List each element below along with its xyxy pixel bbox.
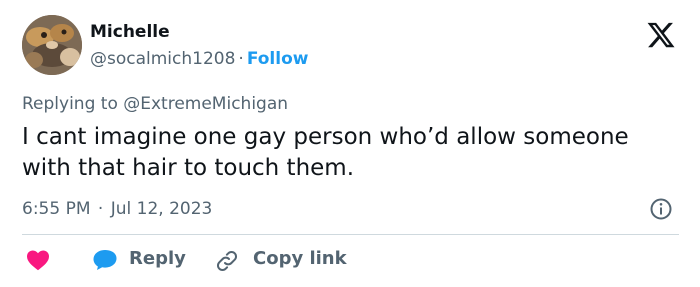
reply-label: Reply	[129, 248, 186, 269]
tweet-time: 6:55 PM	[22, 199, 91, 219]
avatar[interactable]	[22, 15, 82, 75]
author-name[interactable]: Michelle	[90, 21, 170, 43]
tweet-text: I cant imagine one gay person who’d allo…	[22, 124, 629, 181]
reply-mention-link[interactable]: @ExtremeMichigan	[123, 94, 288, 114]
tweet-timestamp[interactable]: 6:55 PM · Jul 12, 2023	[22, 197, 212, 221]
timestamp-separator: ·	[97, 199, 104, 219]
x-logo-icon[interactable]	[645, 20, 677, 50]
link-icon	[216, 250, 238, 272]
follow-button[interactable]: Follow	[247, 49, 309, 69]
divider	[22, 234, 679, 235]
author-handle-row: @socalmich1208 · Follow	[90, 47, 308, 71]
avatar-photo	[22, 15, 82, 75]
speech-bubble-icon	[93, 250, 117, 270]
info-icon[interactable]	[649, 197, 673, 221]
reply-context: Replying to @ExtremeMichigan	[22, 92, 288, 116]
reply-prefix: Replying to	[22, 94, 118, 114]
author-handle[interactable]: @socalmich1208	[90, 49, 235, 69]
heart-icon[interactable]	[26, 249, 50, 271]
tweet-date: Jul 12, 2023	[110, 199, 213, 219]
handle-separator: ·	[238, 49, 244, 69]
copy-link-label: Copy link	[253, 248, 347, 269]
